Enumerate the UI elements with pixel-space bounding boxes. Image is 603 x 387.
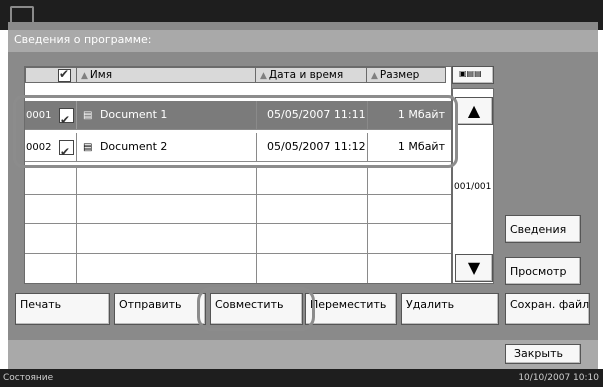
- header-size[interactable]: ▲ Размер: [366, 67, 446, 83]
- move-button[interactable]: Переместить: [305, 293, 397, 325]
- empty-row: [25, 166, 451, 195]
- rows-highlight: [13, 95, 458, 168]
- select-all-header[interactable]: [25, 67, 77, 83]
- save-file-button[interactable]: Сохран. файл: [505, 293, 590, 325]
- sort-triangle-icon: ▲: [81, 71, 88, 81]
- close-button[interactable]: Закрыть: [505, 344, 581, 364]
- combine-highlight: [197, 287, 315, 331]
- status-datetime: 10/10/2007 10:10: [518, 373, 599, 383]
- preview-button[interactable]: Просмотр: [505, 257, 581, 285]
- header-datetime[interactable]: ▲ Дата и время: [255, 67, 367, 83]
- sort-triangle-icon: ▲: [260, 71, 267, 81]
- status-bar: Состояние 10/10/2007 10:10: [0, 369, 603, 387]
- send-button[interactable]: Отправить: [114, 293, 206, 325]
- view-toggle-button[interactable]: ▣▤▤: [452, 66, 494, 84]
- print-button[interactable]: Печать: [15, 293, 110, 325]
- scroll-down-button[interactable]: ▼: [455, 254, 493, 282]
- empty-row: [25, 254, 451, 283]
- scroll-up-button[interactable]: ▲: [455, 97, 493, 125]
- list-view-icon: ▣▤▤: [459, 69, 482, 78]
- status-label[interactable]: Состояние: [3, 369, 53, 387]
- empty-row: [25, 224, 451, 254]
- select-all-checkbox[interactable]: [58, 68, 71, 82]
- sort-triangle-icon: ▲: [371, 71, 378, 81]
- details-button[interactable]: Сведения: [505, 215, 581, 243]
- page-indicator: 001/001: [454, 182, 492, 192]
- dialog-title: Сведения о программе:: [14, 33, 152, 46]
- arrow-up-icon: ▲: [467, 101, 481, 120]
- delete-button[interactable]: Удалить: [401, 293, 499, 325]
- header-name[interactable]: ▲ Имя: [76, 67, 256, 83]
- arrow-down-icon: ▼: [467, 258, 481, 277]
- empty-row: [25, 195, 451, 224]
